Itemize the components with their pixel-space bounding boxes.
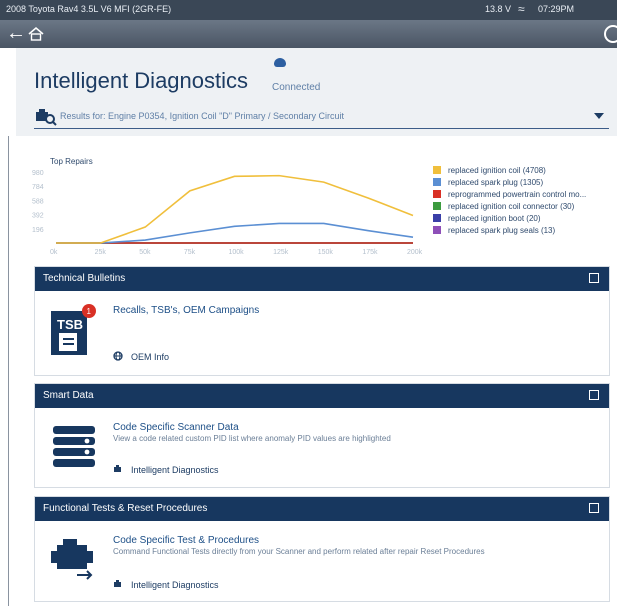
chart-legend: replaced ignition coil (4708) replaced sp… <box>433 165 586 237</box>
intelligent-diagnostics-link[interactable]: Intelligent Diagnostics <box>113 579 219 590</box>
y-tick-label: 196 <box>32 227 44 234</box>
cloud-connected-icon <box>274 58 286 67</box>
legend-label: replaced ignition coil (4708) <box>448 166 546 175</box>
engine-icon <box>114 580 121 587</box>
legend-item: replaced ignition coil (4708) <box>433 165 586 177</box>
y-tick-label: 392 <box>32 213 44 220</box>
card-description: View a code related custom PID list wher… <box>113 434 391 443</box>
y-tick-label: 588 <box>32 198 44 205</box>
connection-status: Connected <box>272 82 321 93</box>
legend-item: reprogrammed powertrain control mo... <box>433 189 586 201</box>
card-heading[interactable]: Code Specific Test & Procedures <box>113 535 259 546</box>
vehicle-label: 2008 Toyota Rav4 3.5L V6 MFI (2GR-FE) <box>6 4 172 14</box>
chevron-down-icon[interactable] <box>594 113 604 119</box>
link-label: Intelligent Diagnostics <box>131 465 219 475</box>
legend-swatch <box>433 202 441 210</box>
top-repairs-chart: Top Repairs 980 784 588 392 196 0k 25k 50k 75k 100… <box>32 157 423 255</box>
card-header: Technical Bulletins <box>35 267 609 291</box>
divider <box>8 136 9 606</box>
x-tick-label: 100k <box>229 249 245 255</box>
series-line <box>56 174 414 244</box>
link-label: Intelligent Diagnostics <box>131 580 219 590</box>
data-list-icon <box>53 426 95 467</box>
functional-tests-card: Functional Tests & Reset Procedures Code… <box>34 496 610 602</box>
x-tick-label: 25k <box>95 249 107 255</box>
page-header: Intelligent Diagnostics Connected Result… <box>16 48 617 136</box>
oem-info-link[interactable]: OEM Info <box>113 351 169 362</box>
legend-label: replaced spark plug (1305) <box>448 178 544 187</box>
page-title: Intelligent Diagnostics <box>34 68 249 93</box>
navigation-bar: ← <box>0 20 617 48</box>
legend-label: replaced spark plug seals (13) <box>448 226 556 235</box>
card-title: Technical Bulletins <box>43 273 126 284</box>
x-tick-label: 125k <box>273 249 289 255</box>
expand-icon[interactable] <box>589 390 599 400</box>
battery-voltage: 13.8 V <box>485 4 512 14</box>
back-arrow-icon[interactable]: ← <box>6 22 26 45</box>
chart-title: Top Repairs <box>50 157 93 166</box>
x-tick-label: 200k <box>407 249 423 255</box>
card-title: Smart Data <box>43 390 94 401</box>
clock: 07:29PM <box>538 4 575 14</box>
engine-test-icon <box>51 539 93 580</box>
legend-item: replaced spark plug (1305) <box>433 177 586 189</box>
wifi-icon: ≈ <box>518 2 525 16</box>
tsb-icon-text: TSB <box>57 317 83 332</box>
y-tick-label: 784 <box>32 184 44 191</box>
engine-icon <box>114 465 121 472</box>
link-label: OEM Info <box>131 352 170 362</box>
intelligent-diagnostics-link[interactable]: Intelligent Diagnostics <box>113 464 219 475</box>
results-dropdown[interactable]: Results for: Engine P0354, Ignition Coil… <box>34 108 609 129</box>
legend-swatch <box>433 190 441 198</box>
expand-icon[interactable] <box>589 273 599 283</box>
x-tick-label: 175k <box>362 249 378 255</box>
legend-item: replaced ignition coil connector (30) <box>433 201 586 213</box>
engine-search-icon <box>36 109 57 126</box>
x-tick-label: 0k <box>50 249 58 255</box>
status-bar: 2008 Toyota Rav4 3.5L V6 MFI (2GR-FE) 13… <box>0 0 617 20</box>
legend-label: replaced ignition coil connector (30) <box>448 202 575 211</box>
y-tick-label: 980 <box>32 170 44 177</box>
legend-item: replaced spark plug seals (13) <box>433 225 586 237</box>
card-header: Functional Tests & Reset Procedures <box>35 497 609 521</box>
tsb-document-icon: TSB 1 <box>51 304 96 355</box>
card-description: Command Functional Tests directly from y… <box>113 547 485 556</box>
help-icon[interactable] <box>604 25 617 43</box>
legend-label: replaced ignition boot (20) <box>448 214 541 223</box>
legend-swatch <box>433 226 441 234</box>
home-icon[interactable] <box>28 26 44 42</box>
x-tick-label: 75k <box>184 249 196 255</box>
card-heading[interactable]: Recalls, TSB's, OEM Campaigns <box>113 305 259 316</box>
legend-item: replaced ignition boot (20) <box>433 213 586 225</box>
expand-icon[interactable] <box>589 503 599 513</box>
legend-swatch <box>433 214 441 222</box>
legend-swatch <box>433 178 441 186</box>
technical-bulletins-card: Technical Bulletins TSB 1 Recalls, TSB's… <box>34 266 610 376</box>
badge-count: 1 <box>87 307 92 316</box>
smart-data-card: Smart Data Code Specific Scanner Data Vi… <box>34 383 610 488</box>
legend-label: reprogrammed powertrain control mo... <box>448 190 587 199</box>
x-tick-label: 50k <box>139 249 151 255</box>
card-title: Functional Tests & Reset Procedures <box>43 503 208 514</box>
x-tick-label: 150k <box>318 249 334 255</box>
card-header: Smart Data <box>35 384 609 408</box>
card-heading[interactable]: Code Specific Scanner Data <box>113 422 239 433</box>
globe-icon <box>113 351 123 361</box>
legend-swatch <box>433 166 441 174</box>
results-label: Results for: Engine P0354, Ignition Coil… <box>60 111 345 121</box>
